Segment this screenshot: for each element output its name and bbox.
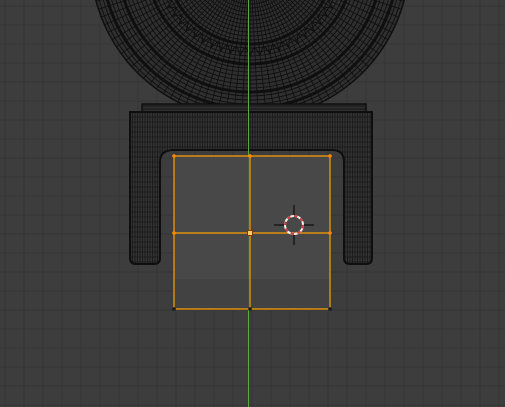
vertex-icon [172, 154, 176, 158]
viewport-canvas[interactable] [0, 0, 505, 407]
vertex-icon [328, 231, 332, 235]
selected-face-shade [174, 279, 330, 309]
vertex-icon [248, 307, 252, 311]
3d-viewport[interactable] [0, 0, 505, 407]
vertex-icon [248, 154, 252, 158]
vertex-icon [328, 154, 332, 158]
vertex-icon [172, 231, 176, 235]
selected-face-mesh[interactable] [172, 154, 332, 311]
vertex-icon [247, 230, 253, 236]
vertex-icon [172, 307, 176, 311]
vertex-icon [328, 307, 332, 311]
